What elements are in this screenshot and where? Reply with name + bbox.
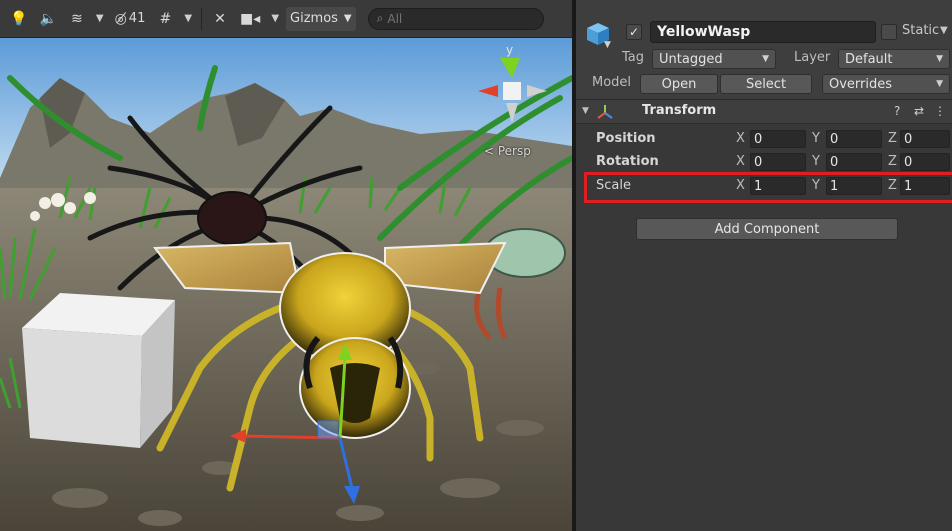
tag-label: Tag <box>622 50 645 65</box>
rotation-label: Rotation <box>596 154 659 169</box>
scale-label: Scale <box>596 178 631 193</box>
layer-dropdown[interactable]: Default ▼ <box>838 49 950 69</box>
scene-toolbar: 💡 🔈 ≋ ▼ ◎̸ 41 # ▼ ✕ ■◂ ▼ Gizmos ▼ ⌕ <box>0 0 572 38</box>
effects-dropdown-caret[interactable]: ▼ <box>93 13 107 24</box>
static-label: Static <box>902 23 940 38</box>
position-x-field[interactable] <box>750 130 806 148</box>
model-label: Model <box>592 75 632 90</box>
persp-label[interactable]: < Persp <box>484 144 531 158</box>
cube[interactable] <box>22 293 175 448</box>
position-label: Position <box>596 131 656 146</box>
layer-label: Layer <box>794 50 831 65</box>
toolbar-separator <box>201 7 203 30</box>
chevron-down-icon: ▼ <box>762 54 769 64</box>
static-dropdown-caret[interactable]: ▼ <box>940 25 948 36</box>
overrides-dropdown[interactable]: Overrides ▼ <box>822 74 950 94</box>
rotation-z-label[interactable]: Z <box>888 154 897 169</box>
grid-icon[interactable]: # <box>153 7 177 31</box>
inspector-panel: ▼ ✓ Static ▼ Tag Untagged ▼ Layer Defaul… <box>576 0 952 531</box>
scene-visibility-toggle[interactable]: ◎̸ 41 <box>111 7 150 31</box>
audio-icon[interactable]: 🔈 <box>35 7 60 31</box>
gizmos-label: Gizmos <box>290 11 338 26</box>
lightbulb-icon[interactable]: 💡 <box>6 7 31 31</box>
transform-title: Transform <box>642 103 717 118</box>
chevron-down-icon: ▼ <box>936 54 943 64</box>
foldout-arrow-icon[interactable]: ▼ <box>582 106 589 116</box>
chevron-down-icon: ▼ <box>343 13 352 24</box>
select-button[interactable]: Select <box>720 74 812 94</box>
scale-x-label[interactable]: X <box>736 178 745 193</box>
help-icon[interactable]: ? <box>894 104 900 118</box>
effects-icon[interactable]: ≋ <box>65 7 89 31</box>
transform-icon <box>597 105 613 119</box>
preset-icon[interactable]: ⇄ <box>914 104 924 118</box>
camera-dropdown-caret[interactable]: ▼ <box>268 13 282 24</box>
camera-icon[interactable]: ■◂ <box>236 7 264 31</box>
position-z-label[interactable]: Z <box>888 131 897 146</box>
transform-component-header[interactable]: ▼ Transform ? ⇄ ⋮ <box>576 100 952 124</box>
search-icon: ⌕ <box>376 11 384 25</box>
scene-search-input[interactable] <box>387 11 528 26</box>
scale-z-field[interactable] <box>900 177 950 195</box>
object-header: ▼ ✓ Static ▼ Tag Untagged ▼ Layer Defaul… <box>576 0 952 100</box>
tag-dropdown[interactable]: Untagged ▼ <box>652 49 776 69</box>
position-y-label[interactable]: Y <box>812 131 820 146</box>
more-options-icon[interactable]: ⋮ <box>934 104 946 118</box>
rotation-y-field[interactable] <box>826 153 882 171</box>
scene-search[interactable]: ⌕ <box>367 7 544 30</box>
overrides-label: Overrides <box>829 76 893 92</box>
rotation-z-field[interactable] <box>900 153 950 171</box>
chevron-down-icon[interactable]: ▼ <box>604 40 611 50</box>
gizmo-y-label: y <box>506 43 513 57</box>
add-component-button[interactable]: Add Component <box>636 218 898 240</box>
scale-y-field[interactable] <box>826 177 882 195</box>
layer-value: Default <box>845 51 893 67</box>
open-button[interactable]: Open <box>640 74 718 94</box>
rotation-x-label[interactable]: X <box>736 154 745 169</box>
tag-value: Untagged <box>659 51 723 67</box>
scale-x-field[interactable] <box>750 177 806 195</box>
hidden-eye-icon: ◎̸ <box>114 10 127 27</box>
grid-dropdown-caret[interactable]: ▼ <box>181 13 195 24</box>
chevron-down-icon: ▼ <box>936 79 943 89</box>
rotation-y-label[interactable]: Y <box>812 154 820 169</box>
object-name-field[interactable] <box>650 21 876 43</box>
rotation-x-field[interactable] <box>750 153 806 171</box>
scene-viewport[interactable]: y <box>0 38 572 531</box>
hidden-count: 41 <box>128 11 146 26</box>
tools-icon[interactable]: ✕ <box>208 7 232 31</box>
gizmos-dropdown[interactable]: Gizmos ▼ <box>286 6 356 31</box>
scale-y-label[interactable]: Y <box>812 178 820 193</box>
static-checkbox[interactable] <box>881 24 897 40</box>
scale-z-label[interactable]: Z <box>888 178 897 193</box>
active-checkbox[interactable]: ✓ <box>626 24 642 40</box>
position-z-field[interactable] <box>900 130 950 148</box>
scene-view[interactable]: 💡 🔈 ≋ ▼ ◎̸ 41 # ▼ ✕ ■◂ ▼ Gizmos ▼ ⌕ All … <box>0 0 572 531</box>
position-x-label[interactable]: X <box>736 131 745 146</box>
position-y-field[interactable] <box>826 130 882 148</box>
